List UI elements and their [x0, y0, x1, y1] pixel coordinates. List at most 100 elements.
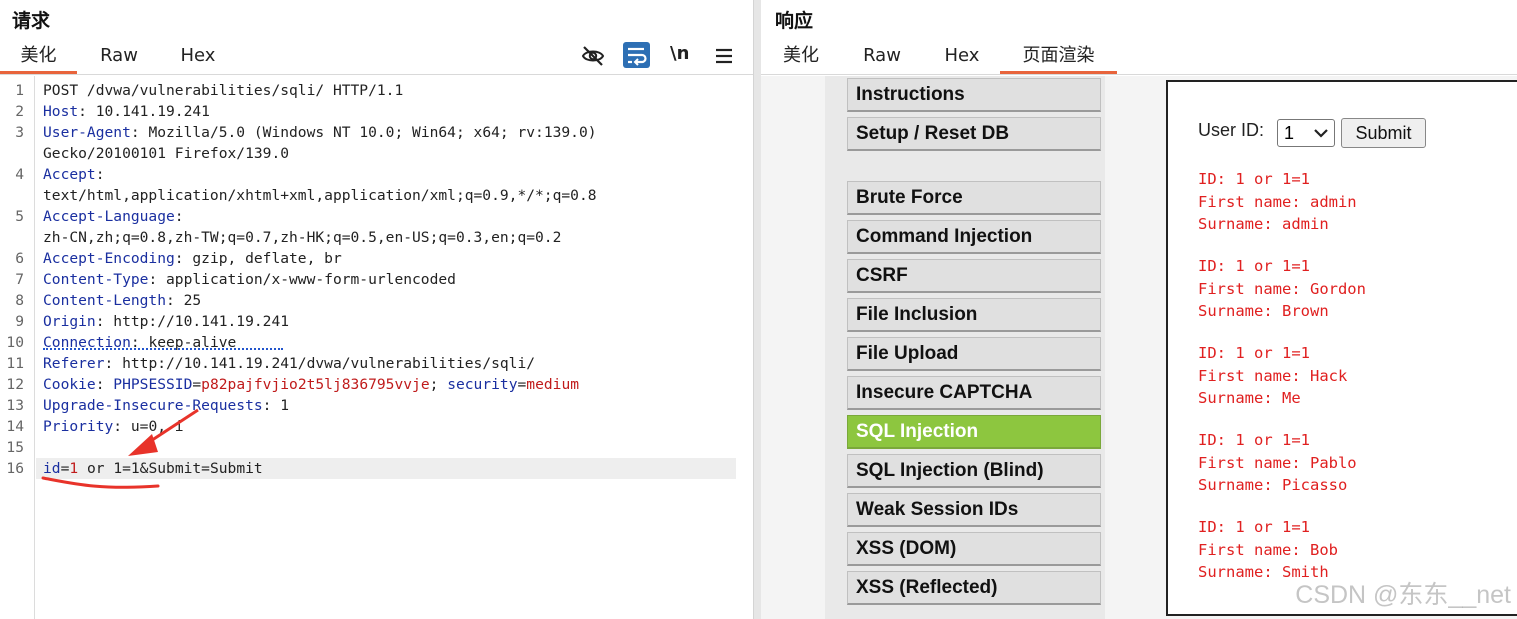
- code-segment: : 1: [262, 397, 290, 414]
- menu-item-command-injection[interactable]: Command Injection: [847, 220, 1101, 254]
- watermark: CSDN @东东__net: [1295, 581, 1511, 609]
- request-editor[interactable]: 1 POST /dvwa/vulnerabilities/sqli/ HTTP/1…: [0, 76, 753, 619]
- tab-pretty[interactable]: 美化: [0, 42, 77, 74]
- code-segment: Upgrade-Insecure-Requests: [43, 397, 263, 414]
- tab-raw[interactable]: Raw: [853, 42, 911, 74]
- user-id-select[interactable]: 1: [1277, 119, 1335, 147]
- menu-item-file-inclusion[interactable]: File Inclusion: [847, 298, 1101, 332]
- code-segment: Cookie: [43, 376, 96, 393]
- eye-slash-icon[interactable]: [581, 44, 605, 68]
- line-number: 11: [6, 355, 24, 372]
- menu-item-insecure-captcha[interactable]: Insecure CAPTCHA: [847, 376, 1101, 410]
- line-number: 3: [15, 124, 24, 141]
- menu-item-brute-force[interactable]: Brute Force: [847, 181, 1101, 215]
- submit-button[interactable]: Submit: [1341, 118, 1426, 148]
- code-segment: Accept: [43, 166, 96, 183]
- menu-item-sql-injection-blind[interactable]: SQL Injection (Blind): [847, 454, 1101, 488]
- code-segment: : gzip, deflate, br: [174, 250, 342, 267]
- code-segment: text/html,application/xhtml+xml,applicat…: [43, 187, 597, 204]
- code-segment: or 1=1&Submit=Submit: [78, 460, 263, 477]
- line-number: 15: [6, 439, 24, 456]
- result-first-name: First name: Bob: [1198, 540, 1338, 559]
- line-number: 4: [15, 166, 24, 183]
- line-number: 6: [15, 250, 24, 267]
- line-number: 16: [6, 460, 24, 477]
- code-line[interactable]: Accept-Encoding: gzip, deflate, br: [43, 248, 342, 269]
- code-segment: Content-Type: [43, 271, 149, 288]
- code-segment: p82pajfvjio2t5lj836795vvje: [201, 376, 430, 393]
- menu-item-xss-reflected[interactable]: XSS (Reflected): [847, 571, 1101, 605]
- word-wrap-icon[interactable]: [623, 42, 650, 68]
- code-line[interactable]: Referer: http://10.141.19.241/dvwa/vulne…: [43, 353, 535, 374]
- code-segment: Priority: [43, 418, 114, 435]
- result-surname: Surname: Me: [1198, 389, 1301, 407]
- result-id: ID: 1 or 1=1: [1198, 257, 1310, 275]
- code-segment: :: [95, 376, 114, 393]
- code-segment: : u=0, i: [113, 418, 184, 435]
- code-segment: Accept-Encoding: [43, 250, 175, 267]
- menu-item-csrf[interactable]: CSRF: [847, 259, 1101, 293]
- code-segment: : 25: [166, 292, 202, 309]
- code-line[interactable]: Host: 10.141.19.241: [43, 101, 210, 122]
- code-segment: :: [174, 208, 184, 225]
- menu-item-xss-dom[interactable]: XSS (DOM): [847, 532, 1101, 566]
- menu-item-instructions[interactable]: Instructions: [847, 78, 1101, 112]
- code-line[interactable]: User-Agent: Mozilla/5.0 (Windows NT 10.0…: [43, 122, 597, 143]
- code-segment: Referer: [43, 355, 105, 372]
- code-line[interactable]: Origin: http://10.141.19.241: [43, 311, 289, 332]
- tab-render[interactable]: 页面渲染: [1000, 42, 1117, 74]
- menu-item-setup-reset-db[interactable]: Setup / Reset DB: [847, 117, 1101, 151]
- code-segment: medium: [526, 376, 580, 393]
- panel-divider[interactable]: [753, 0, 761, 619]
- rendered-page: Instructions Setup / Reset DB Brute Force C…: [761, 76, 1517, 619]
- code-segment: =: [517, 376, 527, 393]
- line-number: 10: [6, 334, 24, 351]
- code-segment: : http://10.141.19.241: [95, 313, 290, 330]
- code-segment: Accept-Language: [43, 208, 175, 225]
- menu-item-sql-injection[interactable]: SQL Injection: [847, 415, 1101, 449]
- code-line[interactable]: Accept:: [43, 164, 105, 185]
- menu-item-weak-session-ids[interactable]: Weak Session IDs: [847, 493, 1101, 527]
- code-line[interactable]: Content-Type: application/x-www-form-url…: [43, 269, 456, 290]
- line-number: 9: [15, 313, 24, 330]
- user-id-label: User ID:: [1198, 120, 1265, 140]
- tab-hex[interactable]: Hex: [170, 42, 226, 74]
- code-segment: : application/x-www-form-urlencoded: [148, 271, 456, 288]
- code-line[interactable]: Upgrade-Insecure-Requests: 1: [43, 395, 289, 416]
- menu-icon[interactable]: [712, 44, 736, 68]
- request-title: 请求: [12, 10, 51, 32]
- tab-pretty[interactable]: 美化: [775, 42, 827, 74]
- code-segment: PHPSESSID: [113, 376, 193, 393]
- tab-hex[interactable]: Hex: [933, 42, 991, 74]
- code-line[interactable]: id=1 or 1=1&Submit=Submit: [43, 458, 263, 479]
- code-line[interactable]: Gecko/20100101 Firefox/139.0: [43, 143, 289, 164]
- code-line[interactable]: POST /dvwa/vulnerabilities/sqli/ HTTP/1.…: [43, 80, 403, 101]
- code-segment: zh-CN,zh;q=0.8,zh-TW;q=0.7,zh-HK;q=0.5,e…: [43, 229, 562, 246]
- code-line[interactable]: Content-Length: 25: [43, 290, 201, 311]
- code-segment: Origin: [43, 313, 96, 330]
- code-segment: : http://10.141.19.241/dvwa/vulnerabilit…: [104, 355, 536, 372]
- code-segment: User-Agent: [43, 124, 131, 141]
- response-tabs: 美化 Raw Hex 页面渲染: [761, 42, 1517, 75]
- code-segment: Host: [43, 103, 79, 120]
- code-line[interactable]: Priority: u=0, i: [43, 416, 184, 437]
- code-line[interactable]: Cookie: PHPSESSID = p82pajfvjio2t5lj836795…: [43, 374, 579, 395]
- line-number: 8: [15, 292, 24, 309]
- code-line[interactable]: zh-CN,zh;q=0.8,zh-TW;q=0.7,zh-HK;q=0.5,e…: [43, 227, 561, 248]
- line-number: 13: [6, 397, 24, 414]
- code-line[interactable]: Accept-Language:: [43, 206, 184, 227]
- code-segment: Gecko/20100101 Firefox/139.0: [43, 145, 290, 162]
- tab-raw[interactable]: Raw: [90, 42, 148, 74]
- response-title: 响应: [775, 10, 814, 32]
- code-segment: ;: [429, 376, 448, 393]
- menu-item-file-upload[interactable]: File Upload: [847, 337, 1101, 371]
- newline-icon[interactable]: \n: [670, 43, 689, 64]
- result-first-name: First name: admin: [1198, 192, 1357, 211]
- code-segment: security: [447, 376, 518, 393]
- result-id: ID: 1 or 1=1: [1198, 170, 1310, 188]
- code-segment: id: [43, 460, 61, 477]
- code-segment: : 10.141.19.241: [78, 103, 210, 120]
- code-segment: Content-Length: [43, 292, 167, 309]
- result-first-name: First name: Hack: [1198, 366, 1348, 385]
- code-line[interactable]: text/html,application/xhtml+xml,applicat…: [43, 185, 597, 206]
